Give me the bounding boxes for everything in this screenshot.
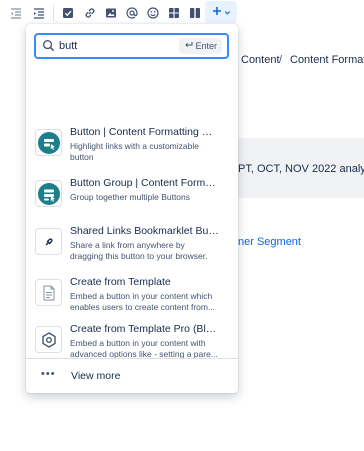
search-icon — [42, 39, 56, 53]
outdent-icon[interactable] — [6, 3, 26, 23]
result-description: Group together multiple Buttons — [70, 192, 191, 202]
button-macro-icon — [35, 129, 62, 156]
table-icon[interactable] — [164, 3, 184, 23]
result-item-button-group[interactable]: Button Group | Content Formatti... Group… — [26, 177, 238, 223]
result-item-create-from-template-pro[interactable]: Create from Template Pro (Block) Embed a… — [26, 323, 238, 369]
bookmarklet-icon — [35, 228, 62, 255]
toolbar-divider — [53, 5, 54, 21]
editor-stage: Content / Content Formatti PT, OCT, NOV … — [0, 0, 364, 451]
layout-icon[interactable] — [185, 3, 205, 23]
result-description: Share a link from anywhere by dragging t… — [70, 240, 208, 261]
view-more-label: View more — [71, 370, 121, 382]
image-icon[interactable] — [101, 3, 121, 23]
quick-insert-popup: Enter Button | Content Formatting Mac...… — [26, 24, 238, 393]
result-item-bookmarklet[interactable]: Shared Links Bookmarklet Button Share a … — [26, 225, 238, 271]
view-more-button[interactable]: ••• View more — [26, 366, 238, 388]
result-title: Create from Template Pro (Block) — [70, 323, 220, 335]
emoji-icon[interactable] — [143, 3, 163, 23]
plus-icon — [212, 3, 222, 21]
search-input[interactable] — [59, 38, 159, 54]
breadcrumb-content-formatting[interactable]: Content Formatti — [290, 54, 364, 66]
hexagon-icon — [35, 326, 62, 353]
return-icon — [184, 41, 193, 51]
result-item-create-from-template[interactable]: Create from Template Embed a button in y… — [26, 276, 238, 322]
page-link-fragment[interactable]: ner Segment — [238, 236, 301, 248]
result-description: Embed a button in your content with adva… — [70, 338, 218, 359]
insert-menu-button[interactable] — [205, 1, 237, 23]
checkbox-icon[interactable] — [58, 3, 78, 23]
breadcrumb-content[interactable]: Content — [241, 54, 280, 66]
result-title: Button Group | Content Formatti... — [70, 177, 220, 189]
popup-divider — [26, 358, 238, 359]
result-item-button[interactable]: Button | Content Formatting Mac... Highl… — [26, 126, 238, 172]
more-dots-icon: ••• — [41, 368, 56, 380]
link-icon[interactable] — [80, 3, 100, 23]
mention-icon[interactable] — [122, 3, 142, 23]
result-title: Button | Content Formatting Mac... — [70, 126, 220, 138]
indent-icon[interactable] — [29, 3, 49, 23]
template-icon — [35, 279, 62, 306]
breadcrumb-separator: / — [279, 54, 283, 66]
result-description: Highlight links with a customizable butt… — [70, 141, 199, 162]
enter-label: Enter — [195, 41, 217, 51]
page-heading-fragment: PT, OCT, NOV 2022 analysis — [238, 163, 364, 175]
enter-hint: Enter — [179, 38, 222, 54]
result-title: Shared Links Bookmarklet Button — [70, 225, 220, 237]
chevron-down-icon — [224, 3, 231, 21]
button-group-macro-icon — [35, 180, 62, 207]
result-title: Create from Template — [70, 276, 171, 288]
result-description: Embed a button in your content which ena… — [70, 291, 216, 312]
search-box[interactable]: Enter — [34, 33, 229, 59]
editor-toolbar — [0, 0, 364, 26]
